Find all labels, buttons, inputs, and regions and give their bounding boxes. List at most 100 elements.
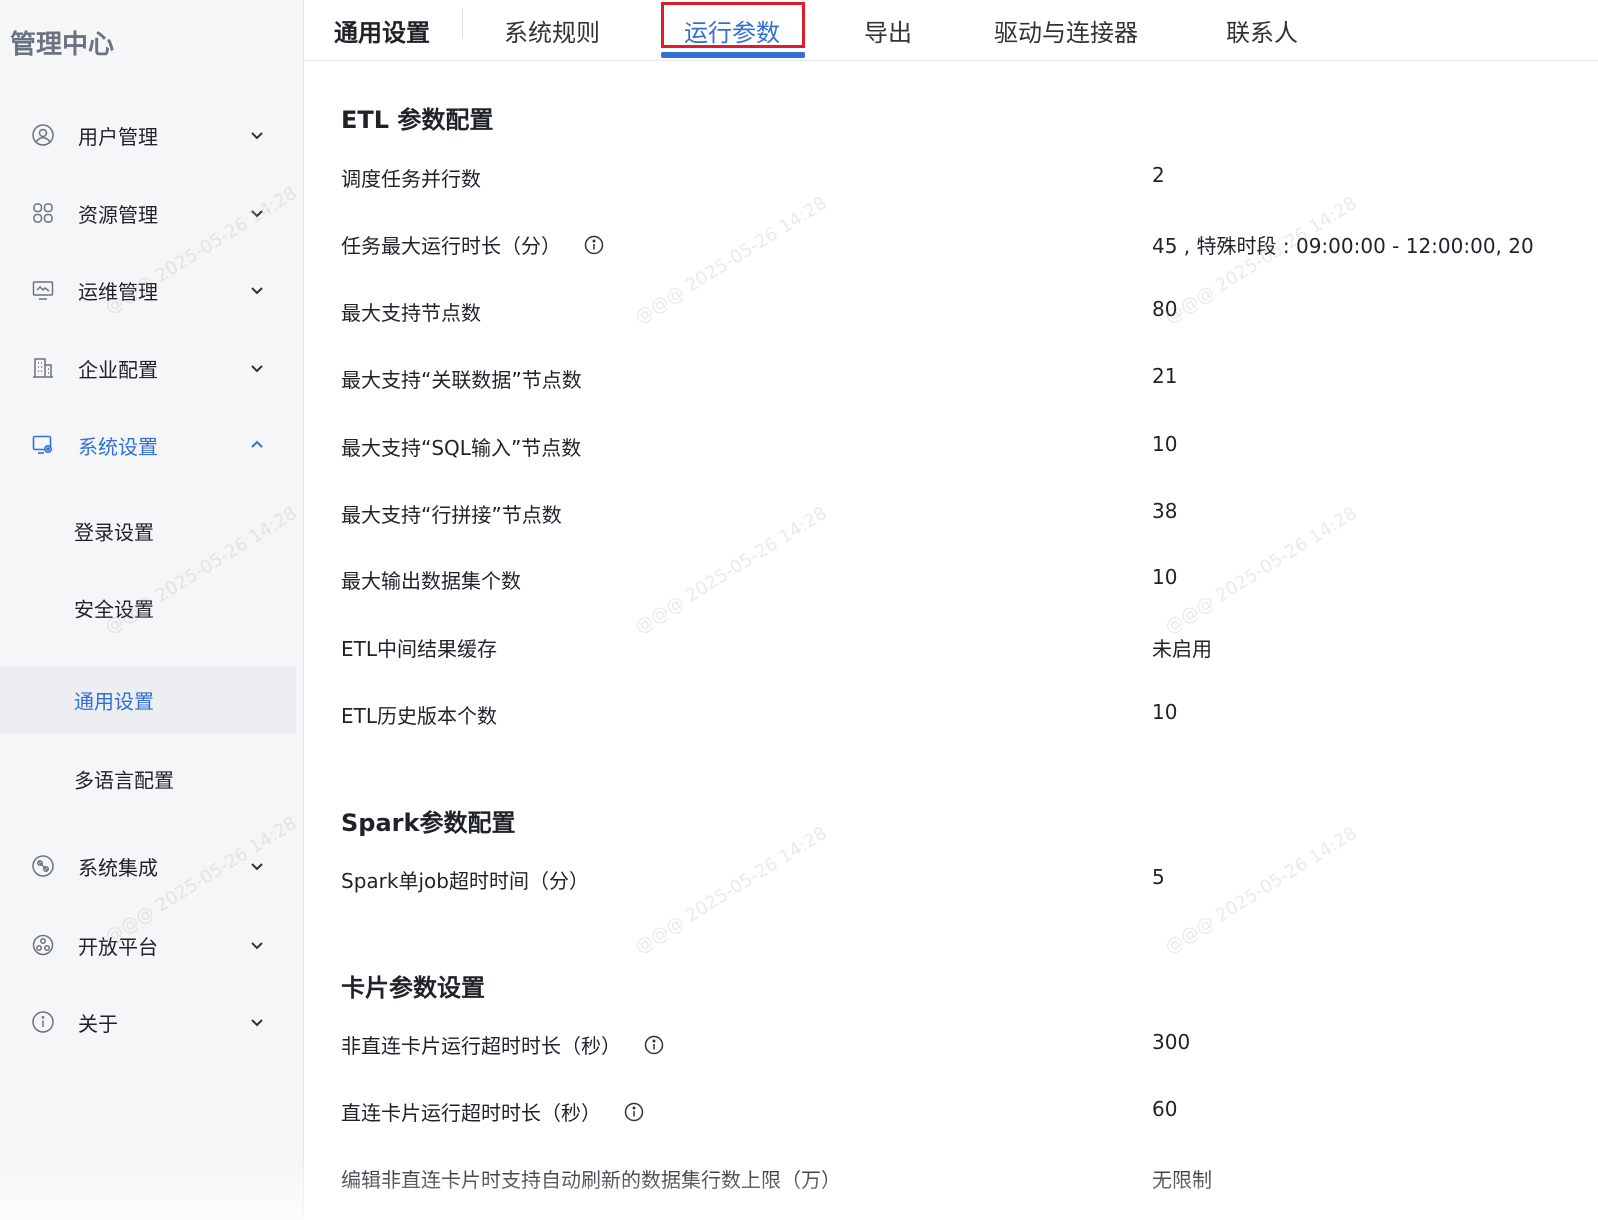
app-root: 管理中心 用户管理 资源管理 运维管理 企业配置 系统设置 登录设置 安全设置 …	[0, 0, 1598, 1220]
tab-bar: 通用设置 系统规则 运行参数 导出 驱动与连接器 联系人	[304, 0, 1598, 61]
sidebar-subitem-label: 安全设置	[74, 597, 154, 622]
setting-value: 21	[1152, 364, 1178, 388]
setting-label: 最大支持“SQL输入”节点数	[341, 436, 582, 460]
platform-icon	[30, 932, 56, 958]
sidebar-subitem-label: 登录设置	[74, 520, 154, 545]
setting-row: 最大支持“SQL输入”节点数 10	[304, 432, 1598, 472]
user-icon	[30, 122, 56, 148]
chevron-down-icon	[248, 126, 266, 144]
setting-label: ETL中间结果缓存	[341, 637, 497, 661]
sidebar-item-ops-management[interactable]: 运维管理	[0, 258, 296, 322]
setting-row: 最大支持节点数 80	[304, 297, 1598, 337]
setting-row: ETL中间结果缓存 未启用	[304, 633, 1598, 673]
setting-label: 任务最大运行时长（分）	[341, 230, 605, 259]
sidebar-title: 管理中心	[10, 30, 115, 60]
setting-value: 60	[1152, 1097, 1178, 1121]
tab-contacts[interactable]: 联系人	[1226, 0, 1298, 61]
setting-value: 2	[1152, 163, 1165, 187]
sidebar-subitem-login-settings[interactable]: 登录设置	[0, 497, 296, 565]
setting-label-text: 非直连卡片运行超时时长（秒）	[341, 1034, 621, 1058]
setting-row: 最大输出数据集个数 10	[304, 565, 1598, 605]
setting-label: 直连卡片运行超时时长（秒）	[341, 1097, 645, 1126]
setting-row: 最大支持“行拼接”节点数 38	[304, 499, 1598, 539]
setting-label: 最大支持“关联数据”节点数	[341, 368, 582, 392]
setting-label-text: 任务最大运行时长（分）	[341, 234, 561, 258]
sidebar-item-label: 资源管理	[78, 202, 158, 227]
chevron-down-icon	[248, 857, 266, 875]
sidebar-item-open-platform[interactable]: 开放平台	[0, 913, 296, 977]
sidebar-subitem-label: 通用设置	[74, 689, 154, 714]
sidebar-item-label: 运维管理	[78, 279, 158, 304]
setting-value: 未启用	[1152, 637, 1212, 661]
setting-label: ETL历史版本个数	[341, 704, 497, 728]
sidebar-item-label: 用户管理	[78, 124, 158, 149]
sidebar-item-user-management[interactable]: 用户管理	[0, 103, 296, 167]
info-icon[interactable]	[583, 234, 605, 256]
setting-label: 调度任务并行数	[341, 167, 481, 191]
setting-row: 任务最大运行时长（分） 45 , 特殊时段 : 09:00:00 - 12:00…	[304, 230, 1598, 270]
section-title-spark: Spark参数配置	[341, 809, 516, 837]
chevron-up-icon	[248, 436, 266, 454]
setting-row: 最大支持“关联数据”节点数 21	[304, 364, 1598, 404]
sidebar-subitem-general-settings[interactable]: 通用设置	[0, 666, 296, 734]
setting-label: 编辑非直连卡片时支持自动刷新的数据集行数上限（万）	[341, 1168, 841, 1192]
page-title: 通用设置	[334, 19, 430, 47]
sidebar-item-label: 开放平台	[78, 934, 158, 959]
setting-value: 10	[1152, 432, 1178, 456]
sidebar-subitem-security-settings[interactable]: 安全设置	[0, 574, 296, 642]
setting-label: 最大输出数据集个数	[341, 569, 521, 593]
active-tab-indicator	[661, 52, 805, 58]
section-title-etl: ETL 参数配置	[341, 106, 494, 134]
tab-drivers-connectors[interactable]: 驱动与连接器	[994, 0, 1138, 61]
setting-label-text: 直连卡片运行超时时长（秒）	[341, 1101, 601, 1125]
grid-icon	[30, 200, 56, 226]
setting-row: 调度任务并行数 2	[304, 163, 1598, 203]
setting-value: 45 , 特殊时段 : 09:00:00 - 12:00:00, 20	[1152, 234, 1534, 258]
sidebar-item-system-integration[interactable]: 系统集成	[0, 834, 296, 898]
setting-label: 非直连卡片运行超时时长（秒）	[341, 1030, 665, 1059]
tab-system-rules[interactable]: 系统规则	[504, 0, 600, 61]
info-icon[interactable]	[643, 1034, 665, 1056]
chevron-down-icon	[248, 359, 266, 377]
integration-icon	[30, 853, 56, 879]
settings-content: ETL 参数配置 调度任务并行数 2 任务最大运行时长（分） 45 , 特殊时段…	[304, 62, 1598, 1220]
sidebar-item-resource-management[interactable]: 资源管理	[0, 181, 296, 245]
sidebar-item-about[interactable]: 关于	[0, 990, 296, 1054]
setting-value: 10	[1152, 700, 1178, 724]
setting-label: Spark单job超时时间（分）	[341, 869, 589, 893]
setting-value: 38	[1152, 499, 1178, 523]
sidebar: 管理中心 用户管理 资源管理 运维管理 企业配置 系统设置 登录设置 安全设置 …	[0, 0, 304, 1220]
info-icon	[30, 1009, 56, 1035]
sidebar-item-enterprise-config[interactable]: 企业配置	[0, 336, 296, 400]
sidebar-item-system-settings[interactable]: 系统设置	[0, 413, 296, 477]
setting-row: Spark单job超时时间（分） 5	[304, 865, 1598, 905]
chevron-down-icon	[248, 936, 266, 954]
tab-export[interactable]: 导出	[864, 0, 912, 61]
setting-label: 最大支持“行拼接”节点数	[341, 503, 562, 527]
setting-row: ETL历史版本个数 10	[304, 700, 1598, 740]
sidebar-item-label: 关于	[78, 1011, 118, 1036]
tab-divider	[462, 8, 463, 38]
sidebar-subitem-label: 多语言配置	[74, 768, 174, 793]
sidebar-subitem-multilingual-config[interactable]: 多语言配置	[0, 745, 296, 813]
info-icon[interactable]	[623, 1101, 645, 1123]
setting-value: 5	[1152, 865, 1165, 889]
chevron-down-icon	[248, 1013, 266, 1031]
setting-value: 80	[1152, 297, 1178, 321]
setting-label: 最大支持节点数	[341, 301, 481, 325]
section-title-card: 卡片参数设置	[341, 974, 485, 1002]
setting-value: 无限制	[1152, 1168, 1212, 1192]
setting-value: 300	[1152, 1030, 1191, 1054]
sidebar-item-label: 系统集成	[78, 855, 158, 880]
setting-row: 直连卡片运行超时时长（秒） 60	[304, 1097, 1598, 1137]
chevron-down-icon	[248, 281, 266, 299]
chevron-down-icon	[248, 204, 266, 222]
building-icon	[30, 355, 56, 381]
setting-value: 10	[1152, 565, 1178, 589]
monitor-icon	[30, 277, 56, 303]
settings-icon	[30, 432, 56, 458]
sidebar-item-label: 企业配置	[78, 357, 158, 382]
sidebar-item-label: 系统设置	[78, 434, 158, 459]
setting-row: 非直连卡片运行超时时长（秒） 300	[304, 1030, 1598, 1070]
setting-row: 编辑非直连卡片时支持自动刷新的数据集行数上限（万） 无限制	[304, 1164, 1598, 1204]
